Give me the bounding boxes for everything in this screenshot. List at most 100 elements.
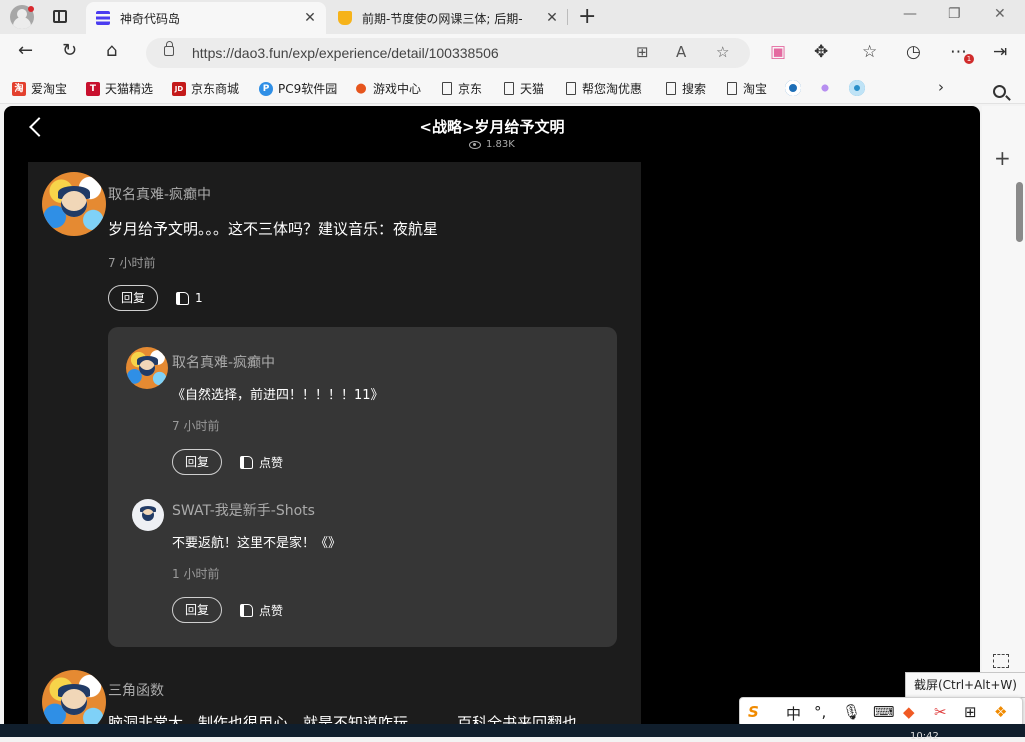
doc-icon xyxy=(504,82,514,95)
new-tab-button[interactable]: + xyxy=(578,4,596,29)
like-label: 点赞 xyxy=(259,604,284,618)
screenshot-tooltip: 截屏(Ctrl+Alt+W) xyxy=(905,672,1025,698)
sogou-logo-icon[interactable]: S xyxy=(748,703,759,721)
tmall-icon: T xyxy=(86,81,100,96)
restore-button[interactable]: ❐ xyxy=(948,6,961,22)
scissors-icon[interactable]: ✂ xyxy=(934,703,947,721)
bookmark-search[interactable]: 搜索 xyxy=(666,80,706,97)
tab-bilibili[interactable]: 前期-节度使の网课三体; 后期- ✕ xyxy=(328,2,568,34)
favorite-star-icon[interactable]: ☆ xyxy=(716,43,729,61)
extensions-puzzle-icon[interactable]: ✥ xyxy=(814,42,828,62)
screenshot-select-icon[interactable] xyxy=(993,654,1009,668)
chevron-right-icon[interactable]: › xyxy=(938,78,944,96)
favorites-bar: 淘 爱淘宝 T 天猫精选 JD 京东商城 P PC9软件园 ● 游戏中心 京东 … xyxy=(0,72,1025,104)
bookmark-circle-icon[interactable] xyxy=(849,80,865,96)
bookmark-tmall-select[interactable]: T 天猫精选 xyxy=(86,80,153,97)
window-close-button[interactable]: ✕ xyxy=(994,6,1006,22)
back-arrow-icon[interactable]: ← xyxy=(18,40,33,61)
reply-author[interactable]: 取名真难-疯癫中 xyxy=(172,352,275,372)
bookmark-round-blue-icon[interactable] xyxy=(785,80,801,96)
windows-taskbar: 10:42 xyxy=(0,724,1025,742)
home-icon[interactable]: ⌂ xyxy=(106,40,117,61)
bookmark-tmall[interactable]: 天猫 xyxy=(504,80,544,97)
favorites-icon[interactable]: ☆ xyxy=(862,42,877,62)
bookmark-aitaobao[interactable]: 淘 爱淘宝 xyxy=(12,80,67,97)
reply-text: 《自然选择，前进四！！！！！11》 xyxy=(172,388,384,403)
bookmark-deals[interactable]: 帮您淘优惠 xyxy=(566,80,642,97)
address-bar[interactable]: https://dao3.fun/exp/experience/detail/1… xyxy=(146,38,750,68)
avatar[interactable] xyxy=(42,670,106,724)
tab-close-icon[interactable]: ✕ xyxy=(542,10,562,26)
ime-mode-toggle[interactable]: 中 xyxy=(786,703,801,724)
avatar[interactable] xyxy=(132,499,164,531)
comment-author[interactable]: 三角函数 xyxy=(108,680,164,700)
like-button[interactable]: 点赞 xyxy=(240,602,283,619)
doc-icon xyxy=(727,82,737,95)
replies-box: 取名真难-疯癫中 《自然选择，前进四！！！！！11》 7 小时前 回复 点赞 S… xyxy=(108,327,617,647)
grid-menu-icon[interactable]: ⊞ xyxy=(964,703,977,721)
eye-icon xyxy=(469,140,481,149)
dao3-page: <战略>岁月给予文明 1.83K 取名真难-疯癫中 岁月给予文明。。。这不三体吗… xyxy=(4,106,980,724)
reply-button[interactable]: 回复 xyxy=(172,597,222,623)
bookmark-game-center[interactable]: ● 游戏中心 xyxy=(354,80,421,97)
bookmark-label: 游戏中心 xyxy=(373,82,422,96)
bookmark-taobao[interactable]: 淘宝 xyxy=(727,80,767,97)
app-available-icon[interactable]: ⊞ xyxy=(636,43,649,61)
comment-text: 岁月给予文明。。。这不三体吗？建议音乐：夜航星 xyxy=(108,220,439,238)
bookmark-jd[interactable]: 京东 xyxy=(442,80,482,97)
bookmark-label: 爱淘宝 xyxy=(31,82,68,96)
view-count: 1.83K xyxy=(469,139,515,150)
tab-close-icon[interactable]: ✕ xyxy=(300,10,320,26)
avatar-face xyxy=(61,689,87,715)
address-toolbar: ← ↻ ⌂ https://dao3.fun/exp/experience/de… xyxy=(0,34,1025,72)
refresh-icon[interactable]: ↻ xyxy=(62,40,77,61)
sidebar-toggle-icon[interactable]: ⇥ xyxy=(993,42,1007,62)
bookmark-flower-icon[interactable] xyxy=(817,80,833,96)
like-count: 1 xyxy=(195,291,203,305)
scrollbar-thumb[interactable] xyxy=(1016,182,1023,242)
history-icon[interactable]: ◷ xyxy=(906,42,921,62)
avatar[interactable] xyxy=(42,172,106,236)
ime-punctuation-toggle[interactable]: °, xyxy=(814,703,826,721)
reply-button[interactable]: 回复 xyxy=(172,449,222,475)
microphone-icon[interactable]: 🎙 xyxy=(842,703,861,721)
avatar[interactable] xyxy=(126,347,168,389)
page-title: <战略>岁月给予文明 xyxy=(419,118,565,136)
like-button[interactable]: 1 xyxy=(176,291,203,305)
thumbs-up-icon xyxy=(240,604,253,617)
mascot-icon[interactable]: ❖ xyxy=(994,703,1007,721)
game-icon: ● xyxy=(355,80,367,96)
comment-text: 脑洞非常大，制作也很用心，就是不知道咋玩…… 百科全书来回翻也 xyxy=(108,714,578,724)
keyboard-icon[interactable]: ⌨ xyxy=(873,703,895,721)
sidebar-search-icon[interactable] xyxy=(993,85,1006,98)
bookmark-label: 京东 xyxy=(458,82,483,96)
reply-text: 不要返航！这里不是家！《》 xyxy=(172,536,342,551)
read-aloud-icon[interactable]: A xyxy=(676,43,686,61)
avatar-face xyxy=(141,508,155,522)
add-sidebar-app-icon[interactable]: + xyxy=(994,146,1011,170)
bilibili-extension-icon[interactable]: ▣ xyxy=(770,42,786,62)
like-button[interactable]: 点赞 xyxy=(240,454,283,471)
view-count-value: 1.83K xyxy=(486,139,515,150)
ime-toolbar: S 中 °, 🎙 ⌨ ◆ ✂ ⊞ ❖ xyxy=(739,697,1023,727)
bookmark-label: 天猫 xyxy=(520,82,545,96)
reply-button[interactable]: 回复 xyxy=(108,285,158,311)
minimize-button[interactable]: — xyxy=(903,6,917,22)
tab-dao3[interactable]: 神奇代码岛 ✕ xyxy=(86,2,326,34)
bookmark-jd-mall[interactable]: JD 京东商城 xyxy=(172,80,239,97)
url-text[interactable]: https://dao3.fun/exp/experience/detail/1… xyxy=(192,45,499,61)
tab-title: 神奇代码岛 xyxy=(120,11,181,26)
bookmark-label: PC9软件园 xyxy=(278,82,338,96)
lock-icon[interactable] xyxy=(164,41,174,56)
comment-author[interactable]: 取名真难-疯癫中 xyxy=(108,184,211,204)
thumbs-up-icon xyxy=(176,291,189,305)
reply-author[interactable]: SWAT-我是新手-Shots xyxy=(172,500,315,520)
comments-panel: 取名真难-疯癫中 岁月给予文明。。。这不三体吗？建议音乐：夜航星 7 小时前 回… xyxy=(28,162,641,724)
bookmark-label: 天猫精选 xyxy=(105,82,154,96)
skin-icon[interactable]: ◆ xyxy=(903,703,915,721)
reply-time: 1 小时前 xyxy=(172,567,220,581)
bookmark-pc9[interactable]: P PC9软件园 xyxy=(259,80,337,97)
comment-time: 7 小时前 xyxy=(108,256,156,270)
doc-icon xyxy=(566,82,576,95)
tab-actions-icon[interactable] xyxy=(53,10,67,23)
